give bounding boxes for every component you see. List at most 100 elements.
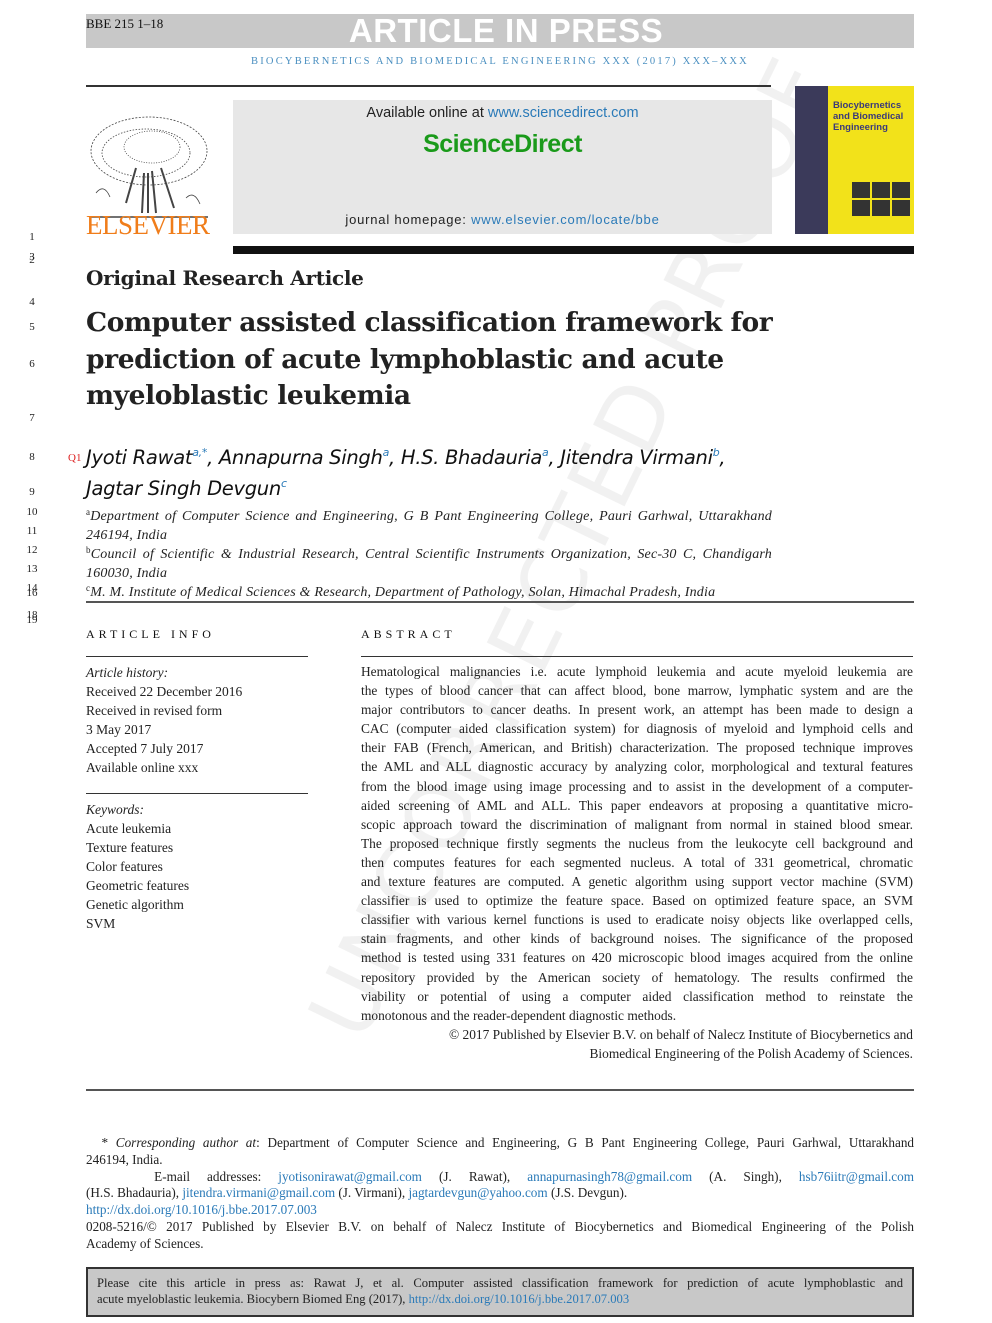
email-link[interactable]: hsb76iitr@gmail.com — [799, 1169, 914, 1184]
abstract-line: the types of blood cancer that can affec… — [361, 683, 913, 699]
cover-title-line: Biocybernetics — [833, 100, 902, 111]
history-item: Accepted 7 July 2017 — [86, 741, 204, 756]
abstract-line: major contributors to cancer deaths. In … — [361, 702, 913, 718]
keyword: Texture features — [86, 840, 174, 855]
cover-title-line: Engineering — [833, 122, 888, 133]
citation-text: acute myeloblastic leukemia. Biocybern B… — [97, 1291, 630, 1306]
article-title: Computer assisted classification framewo… — [86, 305, 786, 415]
abstract-text: Hematological malignancies i.e. acute ly… — [361, 662, 913, 1063]
journal-cover: Biocybernetics and Biomedical Engineerin… — [795, 86, 914, 234]
line-number: 5 — [29, 321, 35, 333]
keywords-label: Keywords: — [86, 802, 144, 817]
email-link[interactable]: annapurnasingh78@gmail.com — [527, 1169, 692, 1184]
abstract-line: the AML and ALL diagnostic accuracy by a… — [361, 759, 913, 775]
line-number: 9 — [29, 486, 35, 498]
line-number: 4 — [29, 296, 35, 308]
article-type: Original Research Article — [86, 266, 364, 290]
homepage-link[interactable]: www.elsevier.com/locate/bbe — [471, 212, 660, 227]
journal-running-head: BIOCYBERNETICS AND BIOMEDICAL ENGINEERIN… — [251, 56, 749, 67]
title-line: myeloblastic leukemia — [86, 380, 411, 411]
title-line: prediction of acute lymphoblastic and ac… — [86, 343, 724, 375]
available-label: Available online at — [366, 105, 488, 121]
line-number: 11 — [26, 525, 38, 537]
line-number: 16 — [26, 587, 38, 599]
abstract-line: their FAB (French, American, and British… — [361, 740, 913, 756]
doi-link[interactable]: http://dx.doi.org/10.1016/j.bbe.2017.07.… — [86, 1202, 317, 1217]
article-info-heading: ARTICLE INFO — [86, 627, 215, 641]
copyright-line: 0208-5216/© 2017 Published by Elsevier B… — [86, 1218, 914, 1234]
affiliation: cM. M. Institute of Medical Sciences & R… — [86, 583, 716, 600]
email-link[interactable]: jagtardevgun@yahoo.com — [408, 1185, 547, 1200]
line-number: 13 — [26, 563, 38, 575]
abstract-line: repository provided by the American soci… — [361, 969, 913, 985]
abstract-line: stain fragments, and other kinds of back… — [361, 931, 913, 947]
line-number: 2 — [29, 254, 35, 266]
affiliation: aDepartment of Computer Science and Engi… — [86, 507, 772, 543]
citation-doi-link[interactable]: http://dx.doi.org/10.1016/j.bbe.2017.07.… — [409, 1292, 630, 1306]
author[interactable]: H.S. Bhadauriaa — [401, 446, 549, 469]
cover-images — [852, 182, 910, 216]
abstract-line: monotonous and the reader-dependent diag… — [361, 1007, 677, 1023]
line-number: 6 — [29, 358, 35, 370]
title-line: Computer assisted classification framewo… — [86, 307, 773, 338]
article-in-press-banner: ARTICLE IN PRESS — [348, 12, 664, 49]
cover-spine — [795, 86, 828, 234]
divider — [86, 85, 771, 87]
history-item: Received 22 December 2016 — [86, 684, 243, 699]
keyword: Genetic algorithm — [86, 897, 184, 912]
keyword: Geometric features — [86, 878, 190, 893]
keyword: SVM — [86, 916, 116, 931]
elsevier-wordmark: ELSEVIER — [86, 210, 210, 240]
history-item: 3 May 2017 — [86, 722, 152, 737]
citation-box: Please cite this article in press as: Ra… — [86, 1267, 914, 1317]
emails: E-mail addresses: jyotisonirawat@gmail.c… — [154, 1168, 914, 1184]
divider — [86, 793, 308, 794]
journal-homepage: journal homepage: www.elsevier.com/locat… — [233, 212, 772, 227]
available-online: Available online at www.sciencedirect.co… — [233, 105, 772, 121]
author[interactable]: Annapurna Singha — [219, 446, 389, 469]
keyword: Color features — [86, 859, 163, 874]
history-item: Available online xxx — [86, 760, 199, 775]
line-number: 12 — [26, 544, 38, 556]
cover-title-line: and Biomedical — [833, 111, 904, 122]
divider — [86, 1089, 914, 1091]
email-link[interactable]: jitendra.virmani@gmail.com — [182, 1185, 335, 1200]
abstract-line: aided screening of AML and ALL. This pap… — [361, 797, 913, 813]
line-number: 8 — [29, 451, 35, 463]
abstract-line: scopic approach toward the discriminatio… — [361, 816, 913, 832]
emails-cont: (H.S. Bhadauria), jitendra.virmani@gmail… — [86, 1185, 628, 1201]
abstract-line: method is tested using 331 features on 4… — [361, 950, 913, 966]
abstract-line: classifier with various kernel functions… — [361, 912, 913, 928]
masthead-rule — [233, 246, 914, 254]
copyright-line: Academy of Sciences. — [86, 1235, 204, 1251]
abstract-copyright: © 2017 Published by Elsevier B.V. on beh… — [449, 1026, 913, 1042]
email-link[interactable]: jyotisonirawat@gmail.com — [278, 1169, 422, 1184]
abstract-line: CAC (computer aided classification syste… — [361, 721, 913, 737]
abstract-line: and texture features are computed. A gen… — [361, 874, 913, 890]
sciencedirect-link[interactable]: www.sciencedirect.com — [488, 105, 639, 121]
cover-title: Biocybernetics and Biomedical Engineerin… — [833, 100, 903, 133]
abstract-line: viability or potential of using a comput… — [361, 988, 913, 1004]
homepage-label: journal homepage: — [345, 212, 472, 227]
keywords: Keywords: Acute leukemia Texture features… — [86, 800, 189, 933]
abstract-heading: ABSTRACT — [361, 627, 456, 641]
history-label: Article history: — [86, 665, 169, 680]
sciencedirect-logo: ScienceDirect — [423, 130, 582, 158]
divider — [86, 656, 308, 657]
article-history: Article history: Received 22 December 20… — [86, 663, 242, 777]
author[interactable]: Jyoti Rawata,* — [86, 446, 207, 469]
divider — [361, 656, 913, 657]
citation-text: Please cite this article in press as: Ra… — [97, 1276, 903, 1290]
author[interactable]: Jitendra Virmanib — [560, 446, 719, 469]
footnotes: * Corresponding author at: Department of… — [86, 1135, 914, 1253]
query-marker[interactable]: Q1 — [68, 452, 81, 464]
affiliation: bCouncil of Scientific & Industrial Rese… — [86, 545, 772, 581]
line-number: 19 — [26, 614, 38, 626]
line-number: 1 — [29, 231, 35, 243]
line-number: 7 — [29, 412, 35, 424]
abstract-line: Hematological malignancies i.e. acute ly… — [361, 664, 913, 679]
abstract-copyright: Biomedical Engineering of the Polish Aca… — [589, 1045, 913, 1061]
author[interactable]: Jagtar Singh Devgunc — [86, 477, 287, 500]
abstract-line: then computes features for each segmente… — [361, 854, 913, 870]
line-number: 10 — [26, 506, 38, 518]
